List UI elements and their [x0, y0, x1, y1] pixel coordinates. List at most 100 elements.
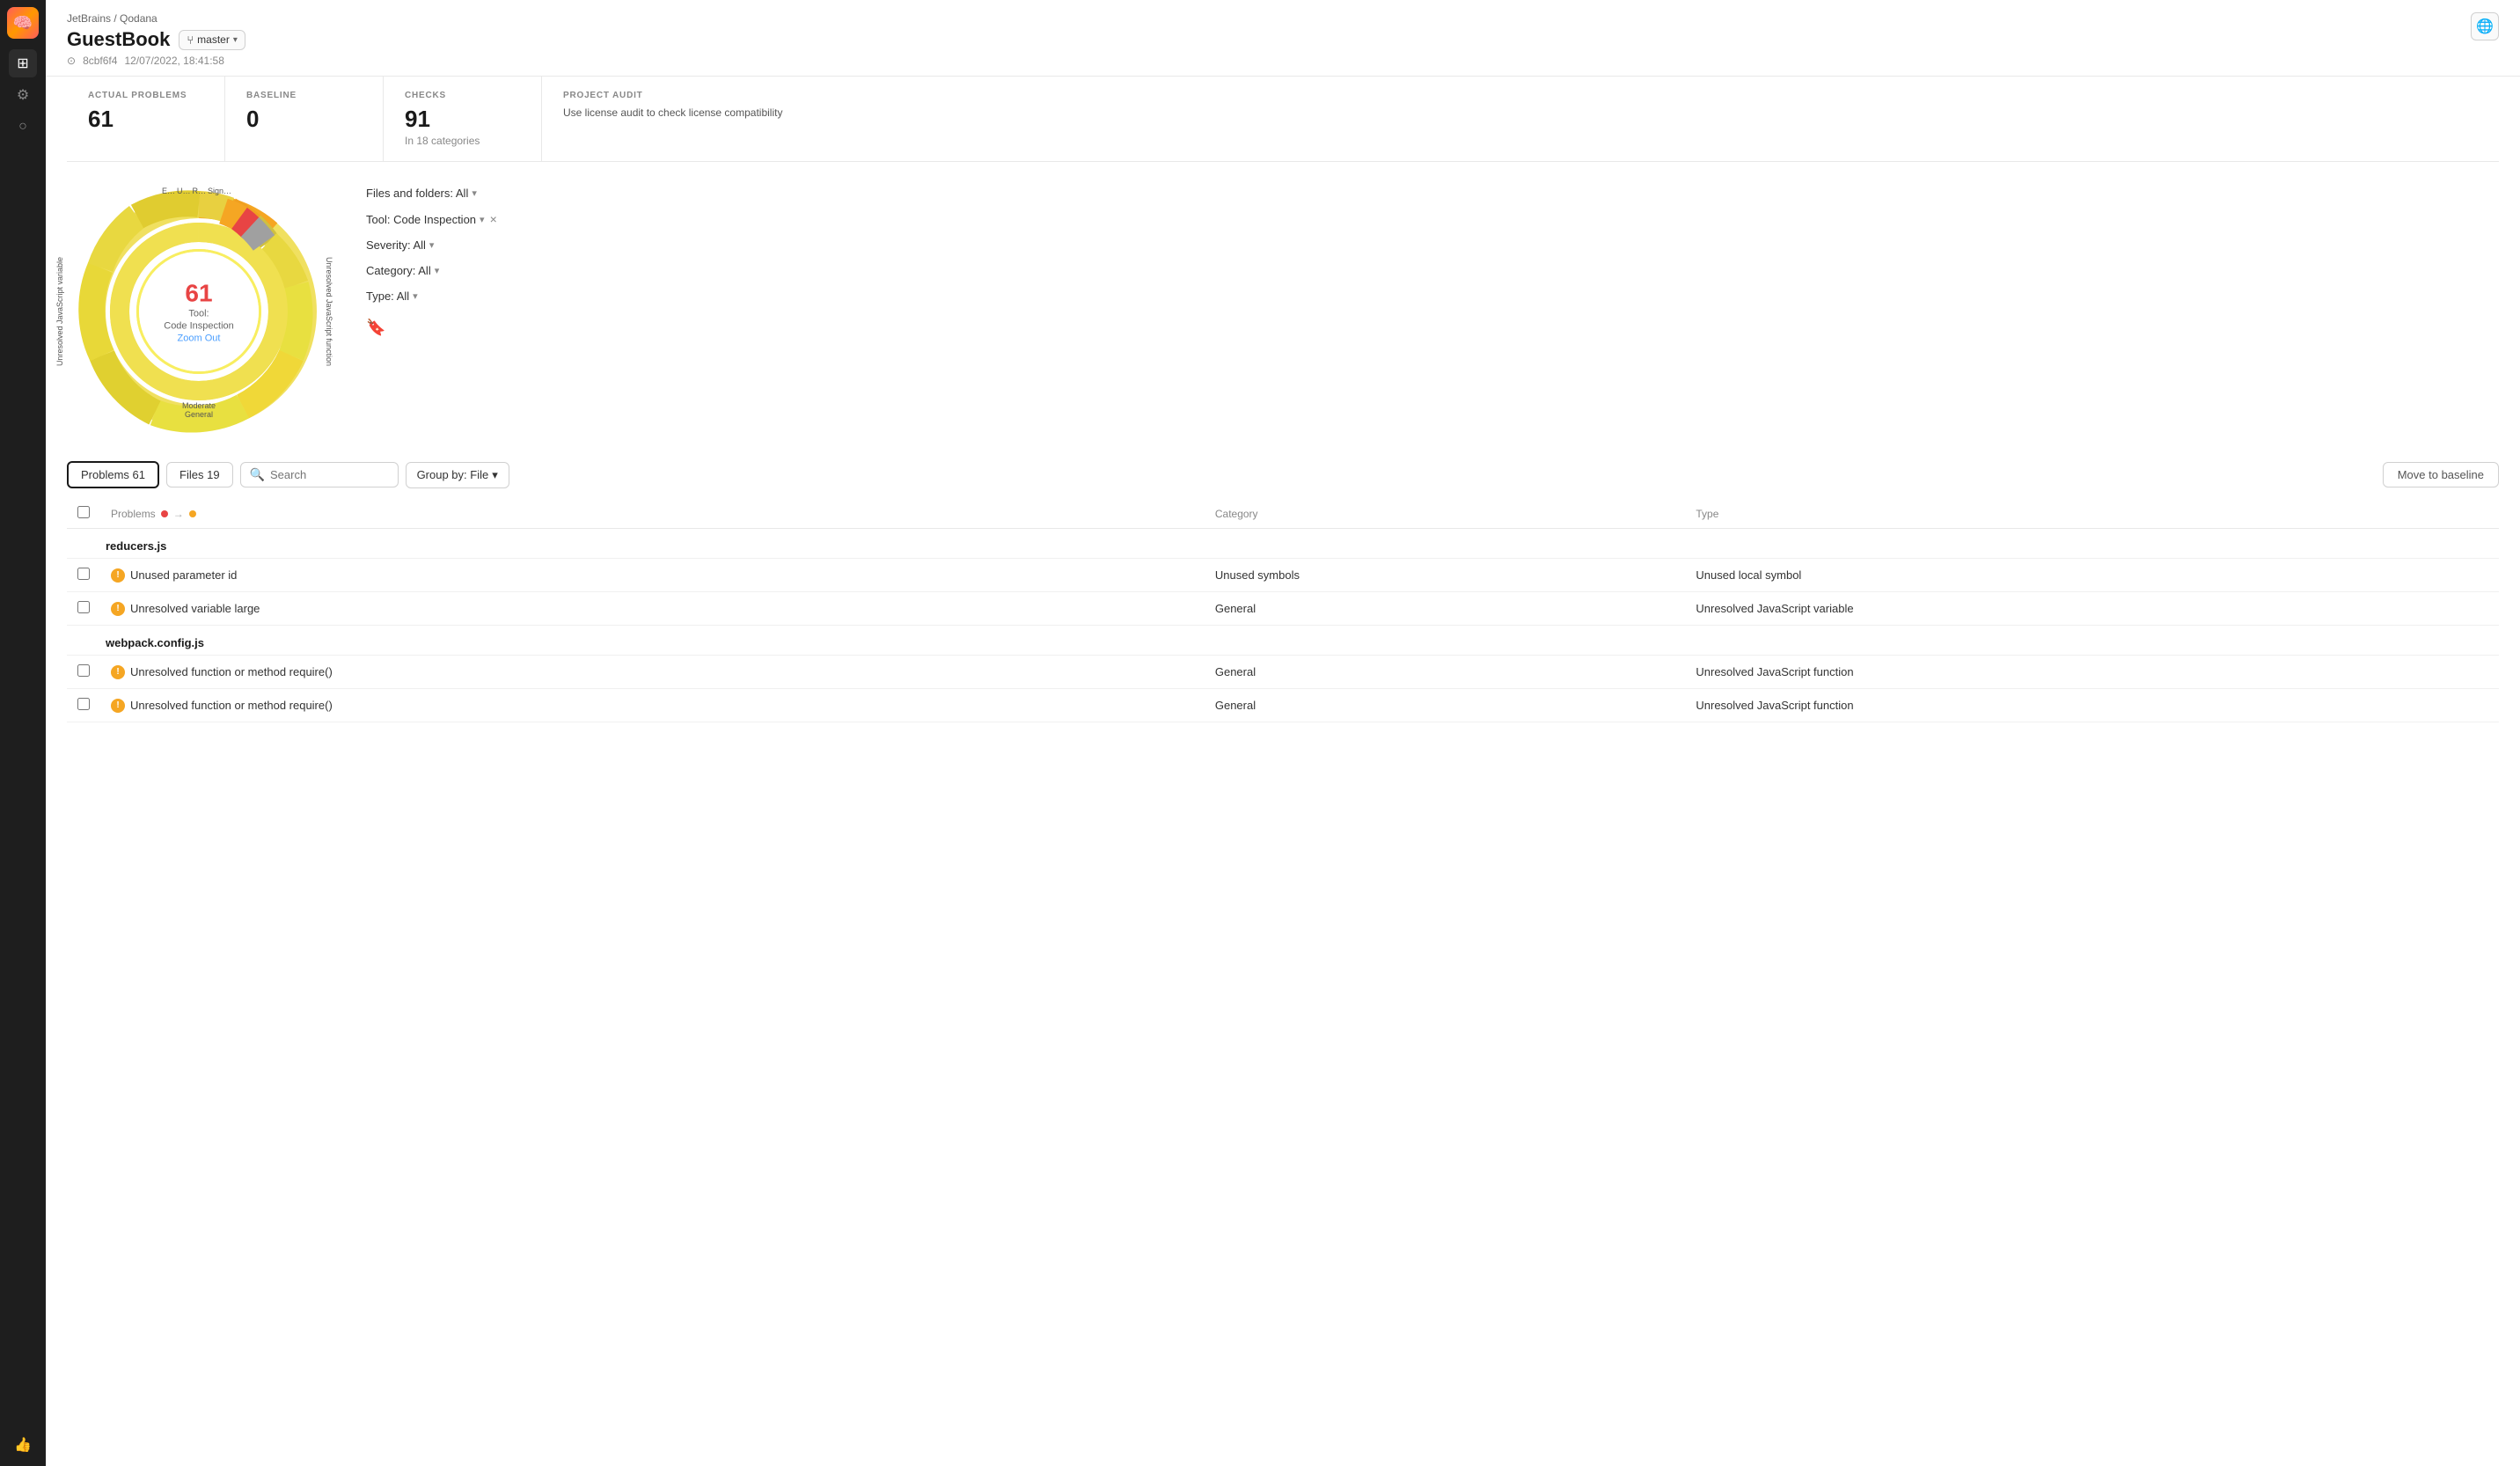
dot-yellow-icon — [189, 510, 196, 517]
metric-baseline-value: 0 — [246, 106, 362, 133]
search-input[interactable] — [270, 468, 389, 481]
filter-severity-label: Severity: All — [366, 238, 426, 252]
row-checkbox[interactable] — [77, 568, 90, 580]
chevron-down-icon: ▾ — [429, 239, 435, 251]
row-problem-cell: ! Unresolved function or method require(… — [100, 656, 1205, 689]
dot-red-icon — [161, 510, 168, 517]
select-all-checkbox[interactable] — [77, 506, 90, 518]
severity-icon: ! — [111, 602, 125, 616]
metric-project-audit: PROJECT AUDIT Use license audit to check… — [542, 77, 2499, 161]
branch-icon: ⑂ — [187, 33, 194, 47]
search-box[interactable]: 🔍 — [240, 462, 399, 487]
chart-filters-section: 61 Tool: Code Inspection Zoom Out E…U…R…… — [46, 162, 2520, 461]
row-checkbox-cell — [67, 559, 100, 592]
filter-type[interactable]: Type: All ▾ — [366, 290, 497, 303]
problems-section: Problems 61 Files 19 🔍 Group by: File ▾ … — [46, 461, 2520, 1466]
problem-text: Unused parameter id — [130, 568, 237, 582]
metric-checks: CHECKS 91 In 18 categories — [384, 77, 542, 161]
bookmark-icon[interactable]: 🔖 — [366, 319, 497, 337]
close-icon[interactable]: × — [490, 212, 497, 226]
th-type: Type — [1685, 499, 2499, 529]
sidebar: 🧠 ⊞ ⚙ ○ 👍 — [0, 0, 46, 1466]
row-category-cell: General — [1205, 592, 1686, 626]
filter-tool[interactable]: Tool: Code Inspection ▾ × — [366, 212, 497, 226]
chart-bottom-labels: Moderate General — [182, 401, 216, 419]
group-by-label: Group by: File — [417, 468, 489, 481]
problems-toolbar: Problems 61 Files 19 🔍 Group by: File ▾ … — [67, 461, 2499, 488]
row-checkbox[interactable] — [77, 698, 90, 710]
move-to-baseline-button[interactable]: Move to baseline — [2383, 462, 2499, 487]
filter-tool-label: Tool: Code Inspection — [366, 213, 476, 226]
row-category-cell: Unused symbols — [1205, 559, 1686, 592]
row-type-cell: Unresolved JavaScript variable — [1685, 592, 2499, 626]
arrow-icon: → — [173, 508, 184, 520]
donut-tool: Tool: Code Inspection — [164, 308, 234, 334]
donut-zoom-out[interactable]: Zoom Out — [164, 333, 234, 343]
file-name: webpack.config.js — [67, 626, 2499, 656]
group-by-button[interactable]: Group by: File ▾ — [406, 462, 509, 488]
main-content: JetBrains / Qodana GuestBook ⑂ master ▾ … — [46, 0, 2520, 1466]
file-name: reducers.js — [67, 529, 2499, 559]
row-problem-cell: ! Unresolved variable large — [100, 592, 1205, 626]
sidebar-item-home[interactable]: ⊞ — [9, 49, 37, 77]
filters-column: Files and folders: All ▾ Tool: Code Insp… — [366, 180, 497, 337]
chevron-down-icon: ▾ — [472, 187, 477, 199]
metric-baseline: BASELINE 0 — [225, 77, 384, 161]
globe-button[interactable]: 🌐 — [2471, 12, 2499, 40]
row-checkbox[interactable] — [77, 601, 90, 613]
metric-audit-desc: Use license audit to check license compa… — [563, 106, 2478, 121]
chevron-down-icon: ▾ — [492, 468, 498, 482]
sidebar-logo: 🧠 — [7, 7, 39, 39]
filter-files-folders[interactable]: Files and folders: All ▾ — [366, 187, 497, 200]
row-checkbox-cell — [67, 689, 100, 722]
metric-baseline-label: BASELINE — [246, 91, 362, 100]
row-problem-cell: ! Unused parameter id — [100, 559, 1205, 592]
problem-text: Unresolved function or method require() — [130, 699, 333, 712]
severity-icon: ! — [111, 568, 125, 583]
chart-left-label: Unresolved JavaScript variable — [55, 257, 64, 366]
breadcrumb: JetBrains / Qodana — [67, 12, 245, 25]
chevron-down-icon: ▾ — [413, 290, 418, 302]
severity-icon: ! — [111, 665, 125, 679]
chevron-down-icon: ▾ — [480, 214, 485, 225]
chevron-down-icon: ▾ — [233, 35, 238, 45]
table-file-row: reducers.js — [67, 529, 2499, 559]
sidebar-item-thumbsup[interactable]: 👍 — [9, 1431, 37, 1459]
row-type-cell: Unresolved JavaScript function — [1685, 689, 2499, 722]
logo-icon: 🧠 — [13, 14, 33, 33]
filter-category[interactable]: Category: All ▾ — [366, 264, 497, 277]
problem-text: Unresolved variable large — [130, 602, 260, 615]
th-checkbox — [67, 499, 100, 529]
problem-text: Unresolved function or method require() — [130, 665, 333, 678]
chart-top-labels: E…U…R…Sign… — [162, 187, 231, 195]
row-type-cell: Unresolved JavaScript function — [1685, 656, 2499, 689]
metric-audit-label: PROJECT AUDIT — [563, 91, 2478, 100]
row-checkbox[interactable] — [77, 664, 90, 677]
row-category-cell: General — [1205, 689, 1686, 722]
th-problems: Problems → — [100, 499, 1205, 529]
th-category: Category — [1205, 499, 1686, 529]
row-type-cell: Unused local symbol — [1685, 559, 2499, 592]
branch-name: master — [197, 33, 230, 46]
problems-count-badge: 61 — [133, 468, 145, 481]
th-problems-label: Problems — [111, 508, 156, 520]
chevron-down-icon: ▾ — [435, 265, 440, 276]
metric-actual-problems: ACTUAL PROBLEMS 61 — [67, 77, 225, 161]
severity-icon: ! — [111, 699, 125, 713]
filter-category-label: Category: All — [366, 264, 431, 277]
metric-checks-value: 91 — [405, 106, 520, 133]
metrics-row: ACTUAL PROBLEMS 61 BASELINE 0 CHECKS 91 … — [67, 77, 2499, 162]
row-checkbox-cell — [67, 656, 100, 689]
sidebar-item-settings[interactable]: ⚙ — [9, 81, 37, 109]
filter-severity[interactable]: Severity: All ▾ — [366, 238, 497, 252]
tab-problems[interactable]: Problems 61 — [67, 461, 159, 488]
metric-checks-label: CHECKS — [405, 91, 520, 100]
metric-checks-sub: In 18 categories — [405, 135, 520, 147]
metric-actual-value: 61 — [88, 106, 203, 133]
commit-time: 12/07/2022, 18:41:58 — [124, 55, 223, 67]
tab-files[interactable]: Files 19 — [166, 462, 233, 487]
branch-selector[interactable]: ⑂ master ▾ — [179, 30, 245, 50]
sidebar-item-info[interactable]: ○ — [9, 113, 37, 141]
table-row: ! Unresolved variable large General Unre… — [67, 592, 2499, 626]
metric-actual-label: ACTUAL PROBLEMS — [88, 91, 203, 100]
